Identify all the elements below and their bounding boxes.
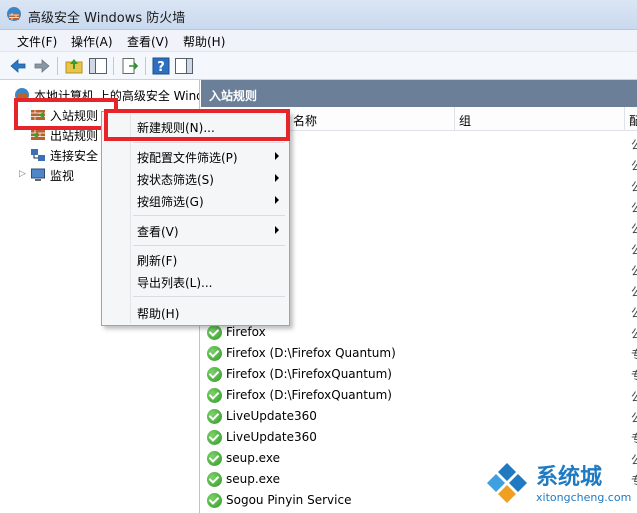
menu-item-label: 按组筛选(G) <box>137 195 204 209</box>
menu-item-view[interactable]: 查看(V) <box>104 220 287 241</box>
menu-bar: 文件(F) 操作(A) 查看(V) 帮助(H) <box>0 30 637 52</box>
menu-item-help[interactable]: 帮助(H) <box>104 302 287 323</box>
menu-separator <box>133 245 285 246</box>
enabled-check-icon <box>207 325 222 340</box>
rule-profile: 公 <box>631 262 637 279</box>
rule-name: Firefox <box>226 325 266 339</box>
menu-item-label: 刷新(F) <box>137 254 178 268</box>
menu-item-refresh[interactable]: 刷新(F) <box>104 249 287 270</box>
rule-profile: 公 <box>631 199 637 216</box>
rule-row[interactable]: Firefox (D:\FirefoxQuantum) 专 <box>201 364 637 385</box>
toolbar-separator <box>145 57 146 75</box>
rule-profile: 公 <box>631 136 637 153</box>
forward-icon[interactable] <box>32 56 52 76</box>
watermark-url: xitongcheng.com <box>536 491 632 504</box>
show-hide-action-pane-icon[interactable] <box>174 56 194 76</box>
pane-header: 入站规则 <box>201 80 637 107</box>
rule-name: Firefox (D:\FirefoxQuantum) <box>226 388 392 402</box>
menu-help[interactable]: 帮助(H) <box>183 33 225 50</box>
rule-row[interactable]: Firefox (D:\FirefoxQuantum) 公 <box>201 385 637 406</box>
up-folder-icon[interactable] <box>64 56 84 76</box>
menu-item-label: 查看(V) <box>137 225 179 239</box>
toolbar-separator <box>57 57 58 75</box>
menu-item-label: 按配置文件筛选(P) <box>137 151 238 165</box>
rule-profile: 公 <box>631 304 637 321</box>
column-divider[interactable] <box>624 107 625 131</box>
rule-name: seup.exe <box>226 472 280 486</box>
rule-name: seup.exe <box>226 451 280 465</box>
column-header-group[interactable]: 组 <box>459 112 471 129</box>
highlight-new-rule <box>104 109 290 141</box>
rule-name: LiveUpdate360 <box>226 430 317 444</box>
expand-arrow-icon[interactable]: ▷ <box>19 169 26 179</box>
firewall-icon <box>7 7 21 21</box>
show-hide-tree-icon[interactable] <box>88 56 108 76</box>
rule-profile: 公 <box>631 325 637 342</box>
menu-item-label: 帮助(H) <box>137 307 180 321</box>
rule-name: Firefox (D:\Firefox Quantum) <box>226 346 396 360</box>
rule-profile: 公 <box>631 388 637 405</box>
menu-item-filter-state[interactable]: 按状态筛选(S) <box>104 168 287 189</box>
rule-profile: 专 <box>631 346 637 363</box>
watermark-logo-icon <box>486 459 528 503</box>
rule-profile: 专 <box>631 430 637 447</box>
enabled-check-icon <box>207 367 222 382</box>
rule-profile: 公 <box>631 409 637 426</box>
enabled-check-icon <box>207 493 222 508</box>
tree-item-label: 监视 <box>50 169 75 183</box>
rule-profile: 公 <box>631 220 637 237</box>
tree-item-label: 连接安全 <box>50 149 99 163</box>
menu-item-filter-group[interactable]: 按组筛选(G) <box>104 190 287 211</box>
menu-item-label: 导出列表(L)... <box>137 276 213 290</box>
submenu-arrow-icon <box>275 226 279 234</box>
export-list-icon[interactable] <box>120 56 140 76</box>
enabled-check-icon <box>207 451 222 466</box>
help-icon[interactable]: ? <box>151 56 171 76</box>
column-header-profile[interactable]: 配 <box>629 112 637 129</box>
menu-view[interactable]: 查看(V) <box>127 33 169 50</box>
menu-file[interactable]: 文件(F) <box>17 33 57 50</box>
submenu-arrow-icon <box>275 196 279 204</box>
rule-name: Firefox (D:\FirefoxQuantum) <box>226 367 392 381</box>
rule-name: Sogou Pinyin Service <box>226 493 352 507</box>
toolbar: ? <box>0 52 637 80</box>
enabled-check-icon <box>207 388 222 403</box>
rule-row[interactable]: Firefox (D:\Firefox Quantum) 专 <box>201 343 637 364</box>
rule-profile: 专 <box>631 367 637 384</box>
rule-row[interactable]: LiveUpdate360 公 <box>201 406 637 427</box>
context-menu: 新建规则(N)... 按配置文件筛选(P) 按状态筛选(S) 按组筛选(G) 查… <box>101 111 290 326</box>
enabled-check-icon <box>207 346 222 361</box>
svg-text:?: ? <box>157 60 165 75</box>
menu-separator <box>133 296 285 297</box>
enabled-check-icon <box>207 409 222 424</box>
menu-separator <box>133 215 285 216</box>
menu-action[interactable]: 操作(A) <box>71 33 113 50</box>
watermark-title: 系统城 <box>536 465 603 490</box>
watermark: 系统城 xitongcheng.com <box>482 455 637 513</box>
title-bar: 高级安全 Windows 防火墙 <box>0 0 637 30</box>
menu-item-label: 按状态筛选(S) <box>137 173 214 187</box>
submenu-arrow-icon <box>275 174 279 182</box>
window-title: 高级安全 Windows 防火墙 <box>28 11 186 26</box>
pane-title: 入站规则 <box>209 89 258 103</box>
monitoring-icon <box>31 168 45 181</box>
rule-profile: 公 <box>631 157 637 174</box>
enabled-check-icon <box>207 472 222 487</box>
submenu-arrow-icon <box>275 152 279 160</box>
enabled-check-icon <box>207 430 222 445</box>
menu-item-export-list[interactable]: 导出列表(L)... <box>104 271 287 292</box>
menu-separator <box>133 142 285 143</box>
menu-item-filter-profile[interactable]: 按配置文件筛选(P) <box>104 146 287 167</box>
toolbar-separator <box>113 57 114 75</box>
column-divider[interactable] <box>454 107 455 131</box>
rule-profile: 公 <box>631 241 637 258</box>
back-icon[interactable] <box>8 56 28 76</box>
column-header-name[interactable]: 名称 <box>293 112 317 129</box>
rule-profile: 公 <box>631 283 637 300</box>
rule-profile: 公 <box>631 178 637 195</box>
connection-security-icon <box>31 149 45 161</box>
rule-row[interactable]: LiveUpdate360 专 <box>201 427 637 448</box>
rule-name: LiveUpdate360 <box>226 409 317 423</box>
